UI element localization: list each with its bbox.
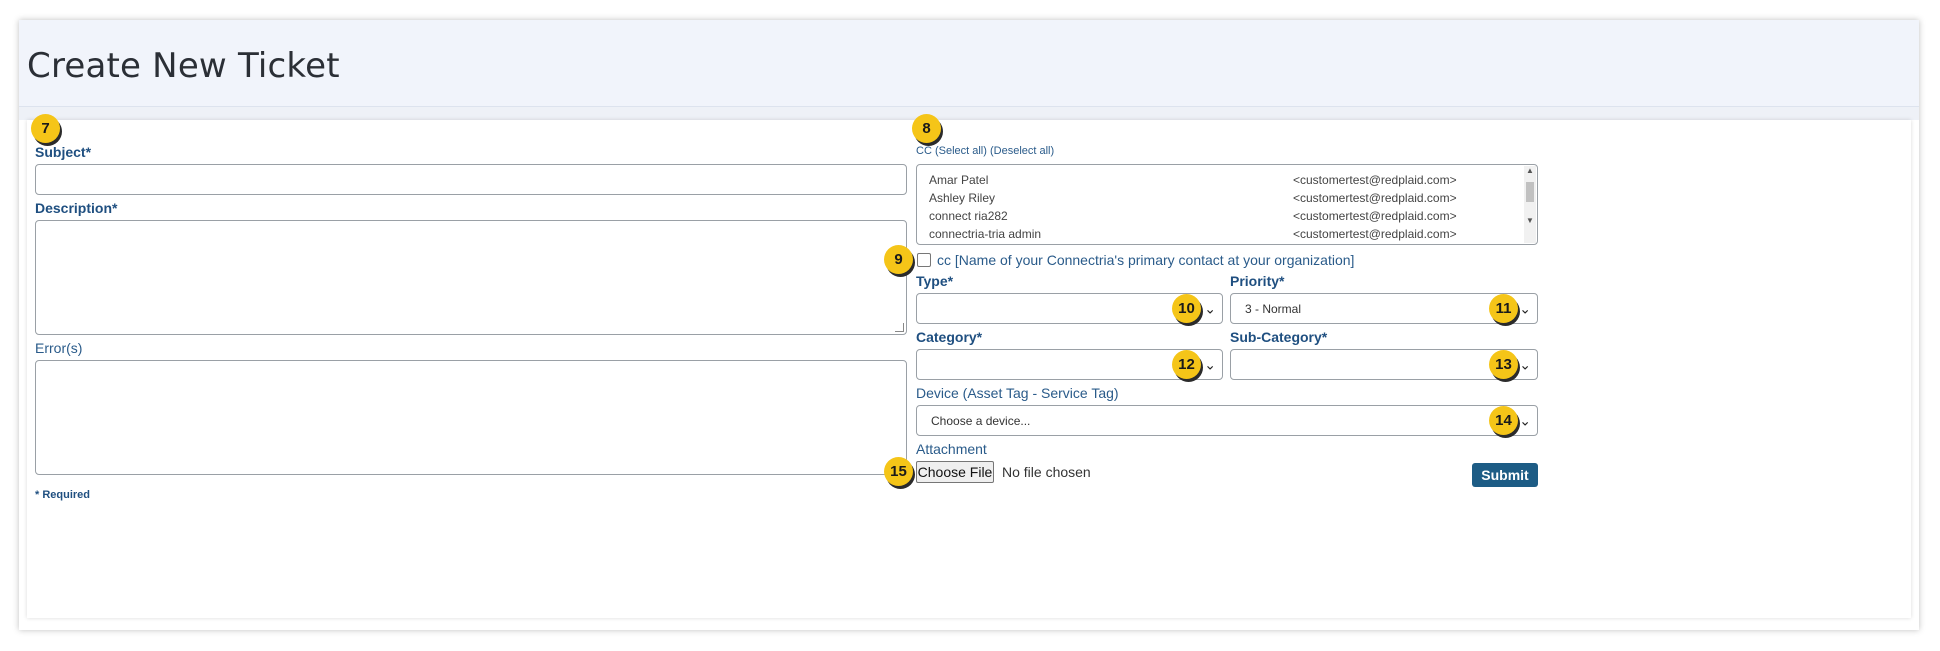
submit-button[interactable]: Submit <box>1472 463 1538 487</box>
annotation-badge-15: 15 <box>884 457 913 486</box>
annotation-badge-8: 8 <box>912 114 941 143</box>
cc-list-item[interactable]: connect ria282 <customertest@redplaid.co… <box>917 209 1523 227</box>
no-file-chosen-text: No file chosen <box>1002 464 1091 480</box>
cc-contact-list[interactable]: Amar Patel <customertest@redplaid.com> A… <box>916 164 1538 245</box>
type-label: Type* <box>916 273 954 289</box>
subject-label: Subject* <box>35 144 92 160</box>
description-textarea[interactable] <box>35 220 907 335</box>
attachment-label: Attachment <box>916 441 987 457</box>
cc-primary-contact-label: cc [Name of your Connectria's primary co… <box>937 252 1355 268</box>
cc-list-item[interactable]: Ashley Riley <customertest@redplaid.com> <box>917 191 1523 209</box>
device-select[interactable]: Choose a device... ⌄ <box>916 405 1538 436</box>
choose-file-button[interactable]: Choose File <box>916 461 994 483</box>
cc-label: CC <box>916 145 932 157</box>
annotation-badge-10: 10 <box>1172 294 1201 323</box>
chevron-down-icon: ⌄ <box>1519 412 1531 428</box>
cc-header: CC (Select all) (Deselect all) <box>916 145 1054 157</box>
cc-contact-name: Amar Patel <box>929 173 989 187</box>
cc-list-item[interactable]: Amar Patel <customertest@redplaid.com> <box>917 173 1523 191</box>
errors-textarea[interactable] <box>35 360 907 475</box>
priority-select-value: 3 - Normal <box>1245 301 1302 316</box>
device-label: Device (Asset Tag - Service Tag) <box>916 385 1119 401</box>
cc-contact-email: <customertest@redplaid.com> <box>1293 191 1457 205</box>
cc-contact-email: <customertest@redplaid.com> <box>1293 209 1457 223</box>
cc-list-item[interactable]: connectria-tria admin <customertest@redp… <box>917 227 1523 243</box>
errors-label: Error(s) <box>35 340 83 356</box>
chevron-down-icon: ⌄ <box>1204 300 1216 316</box>
subject-input[interactable] <box>35 164 907 195</box>
annotation-badge-13: 13 <box>1489 350 1518 379</box>
card-header: Create New Ticket <box>19 20 1919 107</box>
chevron-down-icon: ⌄ <box>1519 356 1531 372</box>
cc-contact-email: <customertest@redplaid.com> <box>1293 173 1457 187</box>
page-title: Create New Ticket <box>27 46 340 86</box>
chevron-down-icon: ⌄ <box>1519 300 1531 316</box>
annotation-badge-11: 11 <box>1489 294 1518 323</box>
scroll-down-arrow-icon[interactable]: ▼ <box>1524 216 1536 225</box>
cc-contact-name: connectria-tria admin <box>929 227 1042 241</box>
annotation-badge-9: 9 <box>884 245 913 274</box>
device-select-placeholder: Choose a device... <box>931 413 1031 428</box>
scroll-thumb[interactable] <box>1526 182 1534 202</box>
chevron-down-icon: ⌄ <box>1204 356 1216 372</box>
cc-list-rows: Amar Patel <customertest@redplaid.com> A… <box>917 169 1523 243</box>
description-label: Description* <box>35 200 118 216</box>
category-label: Category* <box>916 329 983 345</box>
cc-deselect-all-link[interactable]: (Deselect all) <box>990 145 1054 157</box>
scroll-up-arrow-icon[interactable]: ▲ <box>1524 166 1536 175</box>
cc-primary-contact-checkbox[interactable] <box>917 253 931 267</box>
priority-label: Priority* <box>1230 273 1285 289</box>
cc-list-scrollbar[interactable]: ▲ ▼ <box>1524 166 1536 243</box>
ticket-form: 7 Subject* Description* Error(s) * Requi… <box>27 114 1911 618</box>
ticket-card: Create New Ticket 7 Subject* Description… <box>19 20 1919 630</box>
annotation-badge-7: 7 <box>31 114 60 143</box>
cc-contact-name: Ashley Riley <box>929 191 996 205</box>
cc-select-all-link[interactable]: (Select all) <box>935 145 987 157</box>
cc-contact-name: connect ria282 <box>929 209 1008 223</box>
annotation-badge-12: 12 <box>1172 350 1201 379</box>
header-divider <box>19 107 1919 120</box>
cc-contact-email: <customertest@redplaid.com> <box>1293 227 1457 241</box>
required-note: * Required <box>35 489 91 501</box>
subcategory-label: Sub-Category* <box>1230 329 1328 345</box>
annotation-badge-14: 14 <box>1489 406 1518 435</box>
